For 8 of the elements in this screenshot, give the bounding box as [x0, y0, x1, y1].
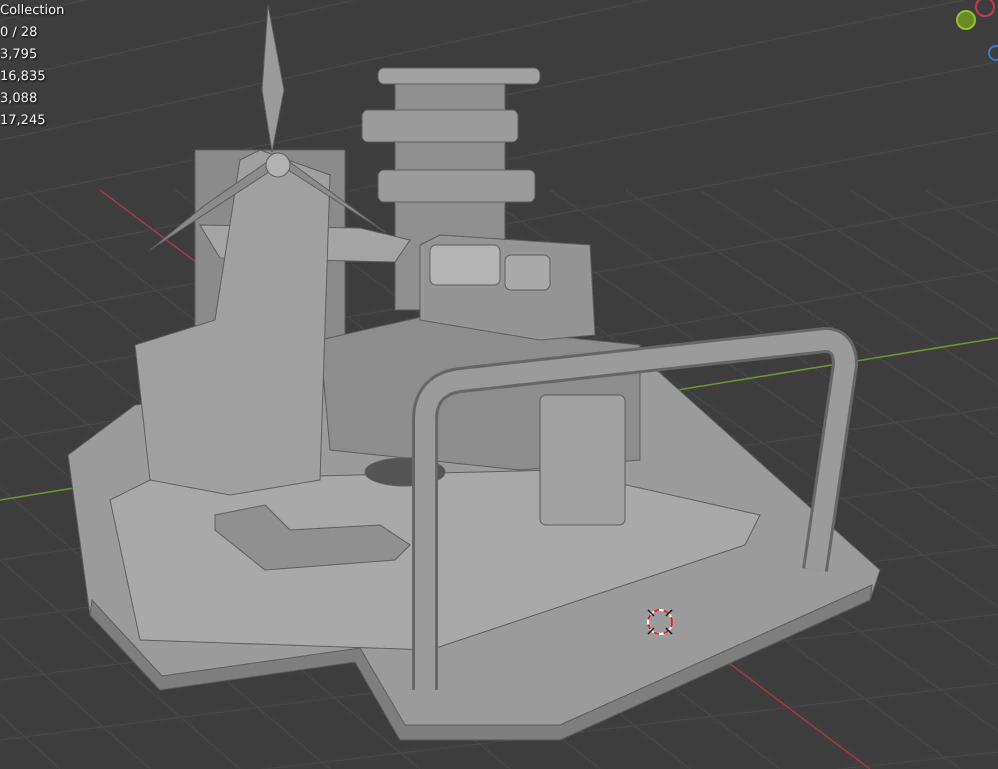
stat-value: 0 / 28 — [0, 24, 38, 42]
navigation-gizmo[interactable] — [956, 0, 998, 61]
collection-label: Collection — [0, 2, 64, 20]
cursor-icon[interactable] — [647, 609, 673, 635]
stat-value: 17,245 — [0, 112, 46, 130]
stat-value: 16,835 — [0, 68, 46, 86]
stat-value: 3,795 — [0, 46, 38, 64]
stat-value: 3,088 — [0, 90, 38, 108]
